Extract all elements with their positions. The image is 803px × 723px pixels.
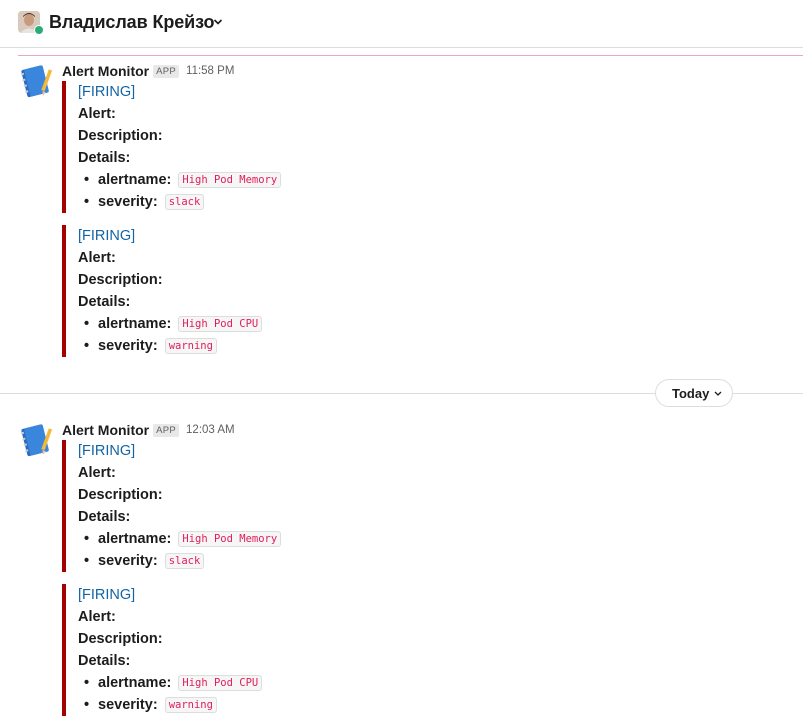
attachment-title-link[interactable]: [FIRING]: [78, 440, 782, 462]
alert-label: Alert:: [78, 250, 116, 266]
severity-value: warning: [164, 697, 217, 713]
alertname-value: High Pod Memory: [178, 172, 282, 188]
list-item: alertname: High Pod CPU: [78, 672, 782, 694]
conversation-title[interactable]: Владислав Крейзо: [49, 12, 215, 33]
severity-value: warning: [164, 338, 217, 354]
details-label: Details:: [78, 653, 131, 669]
details-label: Details:: [78, 150, 131, 166]
chevron-down-icon[interactable]: [213, 17, 223, 27]
description-label: Description:: [78, 487, 163, 503]
severity-label: severity:: [98, 338, 158, 354]
list-item: severity: warning: [78, 335, 782, 357]
notebook-icon[interactable]: [18, 63, 54, 99]
description-label: Description:: [78, 272, 163, 288]
severity-value: slack: [164, 194, 205, 210]
app-badge: APP: [153, 64, 180, 78]
description-label: Description:: [78, 128, 163, 144]
alert-label: Alert:: [78, 465, 116, 481]
alertname-label: alertname:: [98, 675, 172, 691]
list-item: severity: slack: [78, 191, 782, 213]
alertname-label: alertname:: [98, 531, 172, 547]
day-divider-button[interactable]: Today: [655, 379, 733, 407]
day-divider-label: Today: [672, 386, 710, 401]
alertname-label: alertname:: [98, 316, 172, 332]
list-item: severity: slack: [78, 550, 782, 572]
details-label: Details:: [78, 294, 131, 310]
message-timestamp[interactable]: 11:58 PM: [186, 65, 234, 77]
severity-label: severity:: [98, 553, 158, 569]
alert-attachment: [FIRING] Alert: Description: Details: al…: [62, 584, 782, 716]
message-timestamp[interactable]: 12:03 AM: [186, 424, 235, 436]
alert-label: Alert:: [78, 106, 116, 122]
chevron-down-icon: [714, 391, 722, 396]
list-item: alertname: High Pod CPU: [78, 313, 782, 335]
severity-label: severity:: [98, 697, 158, 713]
alertname-label: alertname:: [98, 172, 172, 188]
alertname-value: High Pod CPU: [178, 316, 263, 332]
sender-name[interactable]: Alert Monitor: [62, 422, 149, 438]
message-header: Alert Monitor APP 11:58 PM: [62, 63, 234, 79]
list-item: alertname: High Pod Memory: [78, 528, 782, 550]
alert-attachment: [FIRING] Alert: Description: Details: al…: [62, 440, 782, 572]
app-badge: APP: [153, 423, 180, 437]
conversation-header: Владислав Крейзо: [0, 0, 803, 48]
attachment-title-link[interactable]: [FIRING]: [78, 225, 782, 247]
alert-label: Alert:: [78, 609, 116, 625]
alert-attachment: [FIRING] Alert: Description: Details: al…: [62, 225, 782, 357]
description-label: Description:: [78, 631, 163, 647]
attachment-title-link[interactable]: [FIRING]: [78, 81, 782, 103]
severity-value: slack: [164, 553, 205, 569]
alertname-value: High Pod CPU: [178, 675, 263, 691]
list-item: severity: warning: [78, 694, 782, 716]
new-messages-line: [18, 55, 803, 56]
attachment-title-link[interactable]: [FIRING]: [78, 584, 782, 606]
notebook-icon[interactable]: [18, 422, 54, 458]
message-header: Alert Monitor APP 12:03 AM: [62, 422, 235, 438]
list-item: alertname: High Pod Memory: [78, 169, 782, 191]
details-label: Details:: [78, 509, 131, 525]
sender-name[interactable]: Alert Monitor: [62, 63, 149, 79]
alert-attachment: [FIRING] Alert: Description: Details: al…: [62, 81, 782, 213]
severity-label: severity:: [98, 194, 158, 210]
user-avatar[interactable]: [18, 11, 44, 37]
alertname-value: High Pod Memory: [178, 531, 282, 547]
presence-active-icon: [34, 25, 44, 35]
